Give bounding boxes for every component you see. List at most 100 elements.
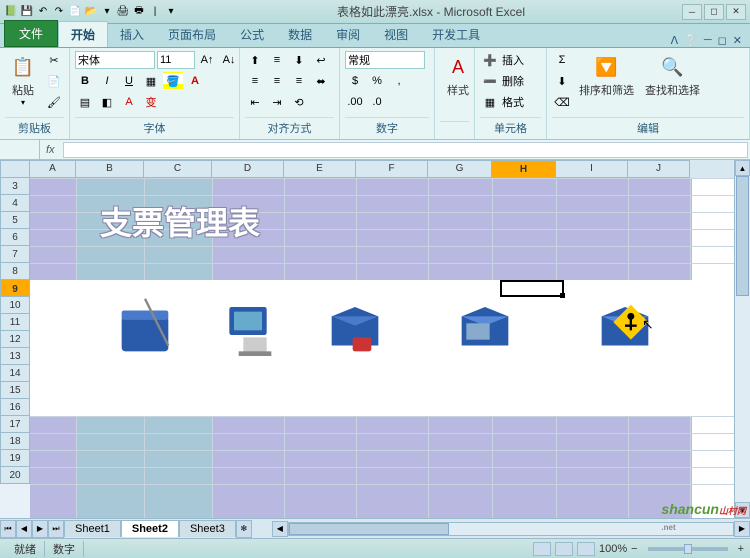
insert-cells-icon[interactable]: ➕ (480, 51, 500, 69)
help-icon[interactable]: ❔ (684, 34, 698, 47)
row-header-11[interactable]: 11 (0, 314, 30, 331)
font-color-button[interactable]: A (185, 72, 205, 90)
last-sheet-icon[interactable]: ⏭ (48, 520, 64, 538)
tab-view[interactable]: 视图 (372, 22, 420, 47)
merge-icon[interactable]: ⬌ (311, 72, 331, 90)
folder-icon-2[interactable] (220, 293, 290, 363)
font-color-icon[interactable]: A (119, 93, 139, 111)
col-header-G[interactable]: G (428, 160, 492, 178)
delete-cells-icon[interactable]: ➖ (480, 72, 500, 90)
col-header-H[interactable]: H (492, 160, 556, 178)
new-sheet-icon[interactable]: ✻ (236, 520, 252, 538)
tab-home[interactable]: 开始 (58, 21, 108, 47)
sort-filter-button[interactable]: 🔽 排序和筛选 (575, 51, 638, 100)
print-icon[interactable]: 🖶 (132, 5, 146, 19)
orientation-icon[interactable]: ⟲ (289, 93, 309, 111)
new-icon[interactable]: 📄 (68, 5, 82, 19)
inc-decimal-icon[interactable]: .00 (345, 93, 365, 111)
row-header-17[interactable]: 17 (0, 416, 30, 433)
redo-icon[interactable]: ↷ (52, 5, 66, 19)
indent-dec-icon[interactable]: ⇤ (245, 93, 265, 111)
hscroll-thumb[interactable] (289, 523, 449, 535)
font-name-select[interactable] (75, 51, 155, 69)
paste-button[interactable]: 📋 粘贴 ▾ (5, 51, 41, 109)
italic-button[interactable]: I (97, 72, 117, 90)
mdi-restore-icon[interactable]: ◻ (718, 34, 727, 47)
row-header-9[interactable]: 9 (0, 280, 30, 297)
col-header-C[interactable]: C (144, 160, 212, 178)
fx-button[interactable]: fx (40, 144, 61, 156)
comma-icon[interactable]: , (389, 72, 409, 90)
grid-body[interactable]: 支票管理表 ↖ (30, 178, 734, 518)
scroll-up-icon[interactable]: ▲ (735, 160, 750, 176)
border-button[interactable]: ▦ (141, 72, 161, 90)
shrink-font-icon[interactable]: A↓ (219, 51, 239, 69)
mdi-close-icon[interactable]: ✕ (733, 34, 742, 47)
autosum-icon[interactable]: Σ (552, 51, 572, 69)
copy-icon[interactable]: 📄 (44, 72, 64, 90)
clear-icon[interactable]: ⌫ (552, 93, 572, 111)
open-icon[interactable]: 📂 (84, 5, 98, 19)
row-header-3[interactable]: 3 (0, 178, 30, 195)
folder-icon-4[interactable] (450, 293, 520, 363)
dec-decimal-icon[interactable]: .0 (367, 93, 387, 111)
tab-insert[interactable]: 插入 (108, 22, 156, 47)
formula-input[interactable] (63, 142, 748, 158)
name-box[interactable] (0, 140, 40, 159)
format-painter-icon[interactable]: 🖌 (44, 93, 64, 111)
mdi-min-icon[interactable]: ─ (704, 34, 712, 47)
row-header-6[interactable]: 6 (0, 229, 30, 246)
tab-developer[interactable]: 开发工具 (420, 22, 492, 47)
fill-color-button[interactable]: 🪣 (163, 72, 183, 90)
wrap-text-icon[interactable]: ↩ (311, 51, 331, 69)
first-sheet-icon[interactable]: ⏮ (0, 520, 16, 538)
border-icon[interactable]: ▤ (75, 93, 95, 111)
maximize-button[interactable]: ◻ (704, 4, 724, 20)
col-header-J[interactable]: J (628, 160, 690, 178)
undo-icon[interactable]: ↶ (36, 5, 50, 19)
underline-button[interactable]: U (119, 72, 139, 90)
indent-inc-icon[interactable]: ⇥ (267, 93, 287, 111)
styles-button[interactable]: A 样式 (440, 51, 476, 100)
align-center-icon[interactable]: ≡ (267, 72, 287, 90)
col-header-I[interactable]: I (556, 160, 628, 178)
next-sheet-icon[interactable]: ▶ (32, 520, 48, 538)
align-right-icon[interactable]: ≡ (289, 72, 309, 90)
find-select-button[interactable]: 🔍 查找和选择 (641, 51, 704, 100)
col-header-D[interactable]: D (212, 160, 284, 178)
row-header-5[interactable]: 5 (0, 212, 30, 229)
currency-icon[interactable]: $ (345, 72, 365, 90)
row-header-15[interactable]: 15 (0, 382, 30, 399)
col-header-F[interactable]: F (356, 160, 428, 178)
qat-more-icon[interactable]: ▾ (164, 5, 178, 19)
cut-icon[interactable]: ✂ (44, 51, 64, 69)
row-header-13[interactable]: 13 (0, 348, 30, 365)
row-header-19[interactable]: 19 (0, 450, 30, 467)
align-middle-icon[interactable]: ≡ (267, 51, 287, 69)
scroll-thumb[interactable] (736, 176, 749, 296)
col-header-E[interactable]: E (284, 160, 356, 178)
save-icon[interactable]: 💾 (20, 5, 34, 19)
align-left-icon[interactable]: ≡ (245, 72, 265, 90)
row-header-20[interactable]: 20 (0, 467, 30, 484)
fill-icon[interactable]: ◧ (97, 93, 117, 111)
close-button[interactable]: ✕ (726, 4, 746, 20)
sheet-tab-3[interactable]: Sheet3 (179, 520, 236, 537)
qat-icon[interactable]: ▾ (100, 5, 114, 19)
row-header-7[interactable]: 7 (0, 246, 30, 263)
prev-sheet-icon[interactable]: ◀ (16, 520, 32, 538)
sheet-tab-2[interactable]: Sheet2 (121, 520, 179, 537)
tab-layout[interactable]: 页面布局 (156, 22, 228, 47)
grid[interactable]: ABCDEFGHIJ 支票管理表 ↖ (30, 160, 734, 518)
align-top-icon[interactable]: ⬆ (245, 51, 265, 69)
row-header-10[interactable]: 10 (0, 297, 30, 314)
bold-button[interactable]: B (75, 72, 95, 90)
file-tab[interactable]: 文件 (4, 20, 58, 47)
number-format-select[interactable] (345, 51, 425, 69)
minimize-ribbon-icon[interactable]: ᐱ (671, 34, 679, 47)
col-header-A[interactable]: A (30, 160, 76, 178)
row-header-12[interactable]: 12 (0, 331, 30, 348)
row-header-18[interactable]: 18 (0, 433, 30, 450)
format-cells-icon[interactable]: ▦ (480, 93, 500, 111)
tab-formulas[interactable]: 公式 (228, 22, 276, 47)
